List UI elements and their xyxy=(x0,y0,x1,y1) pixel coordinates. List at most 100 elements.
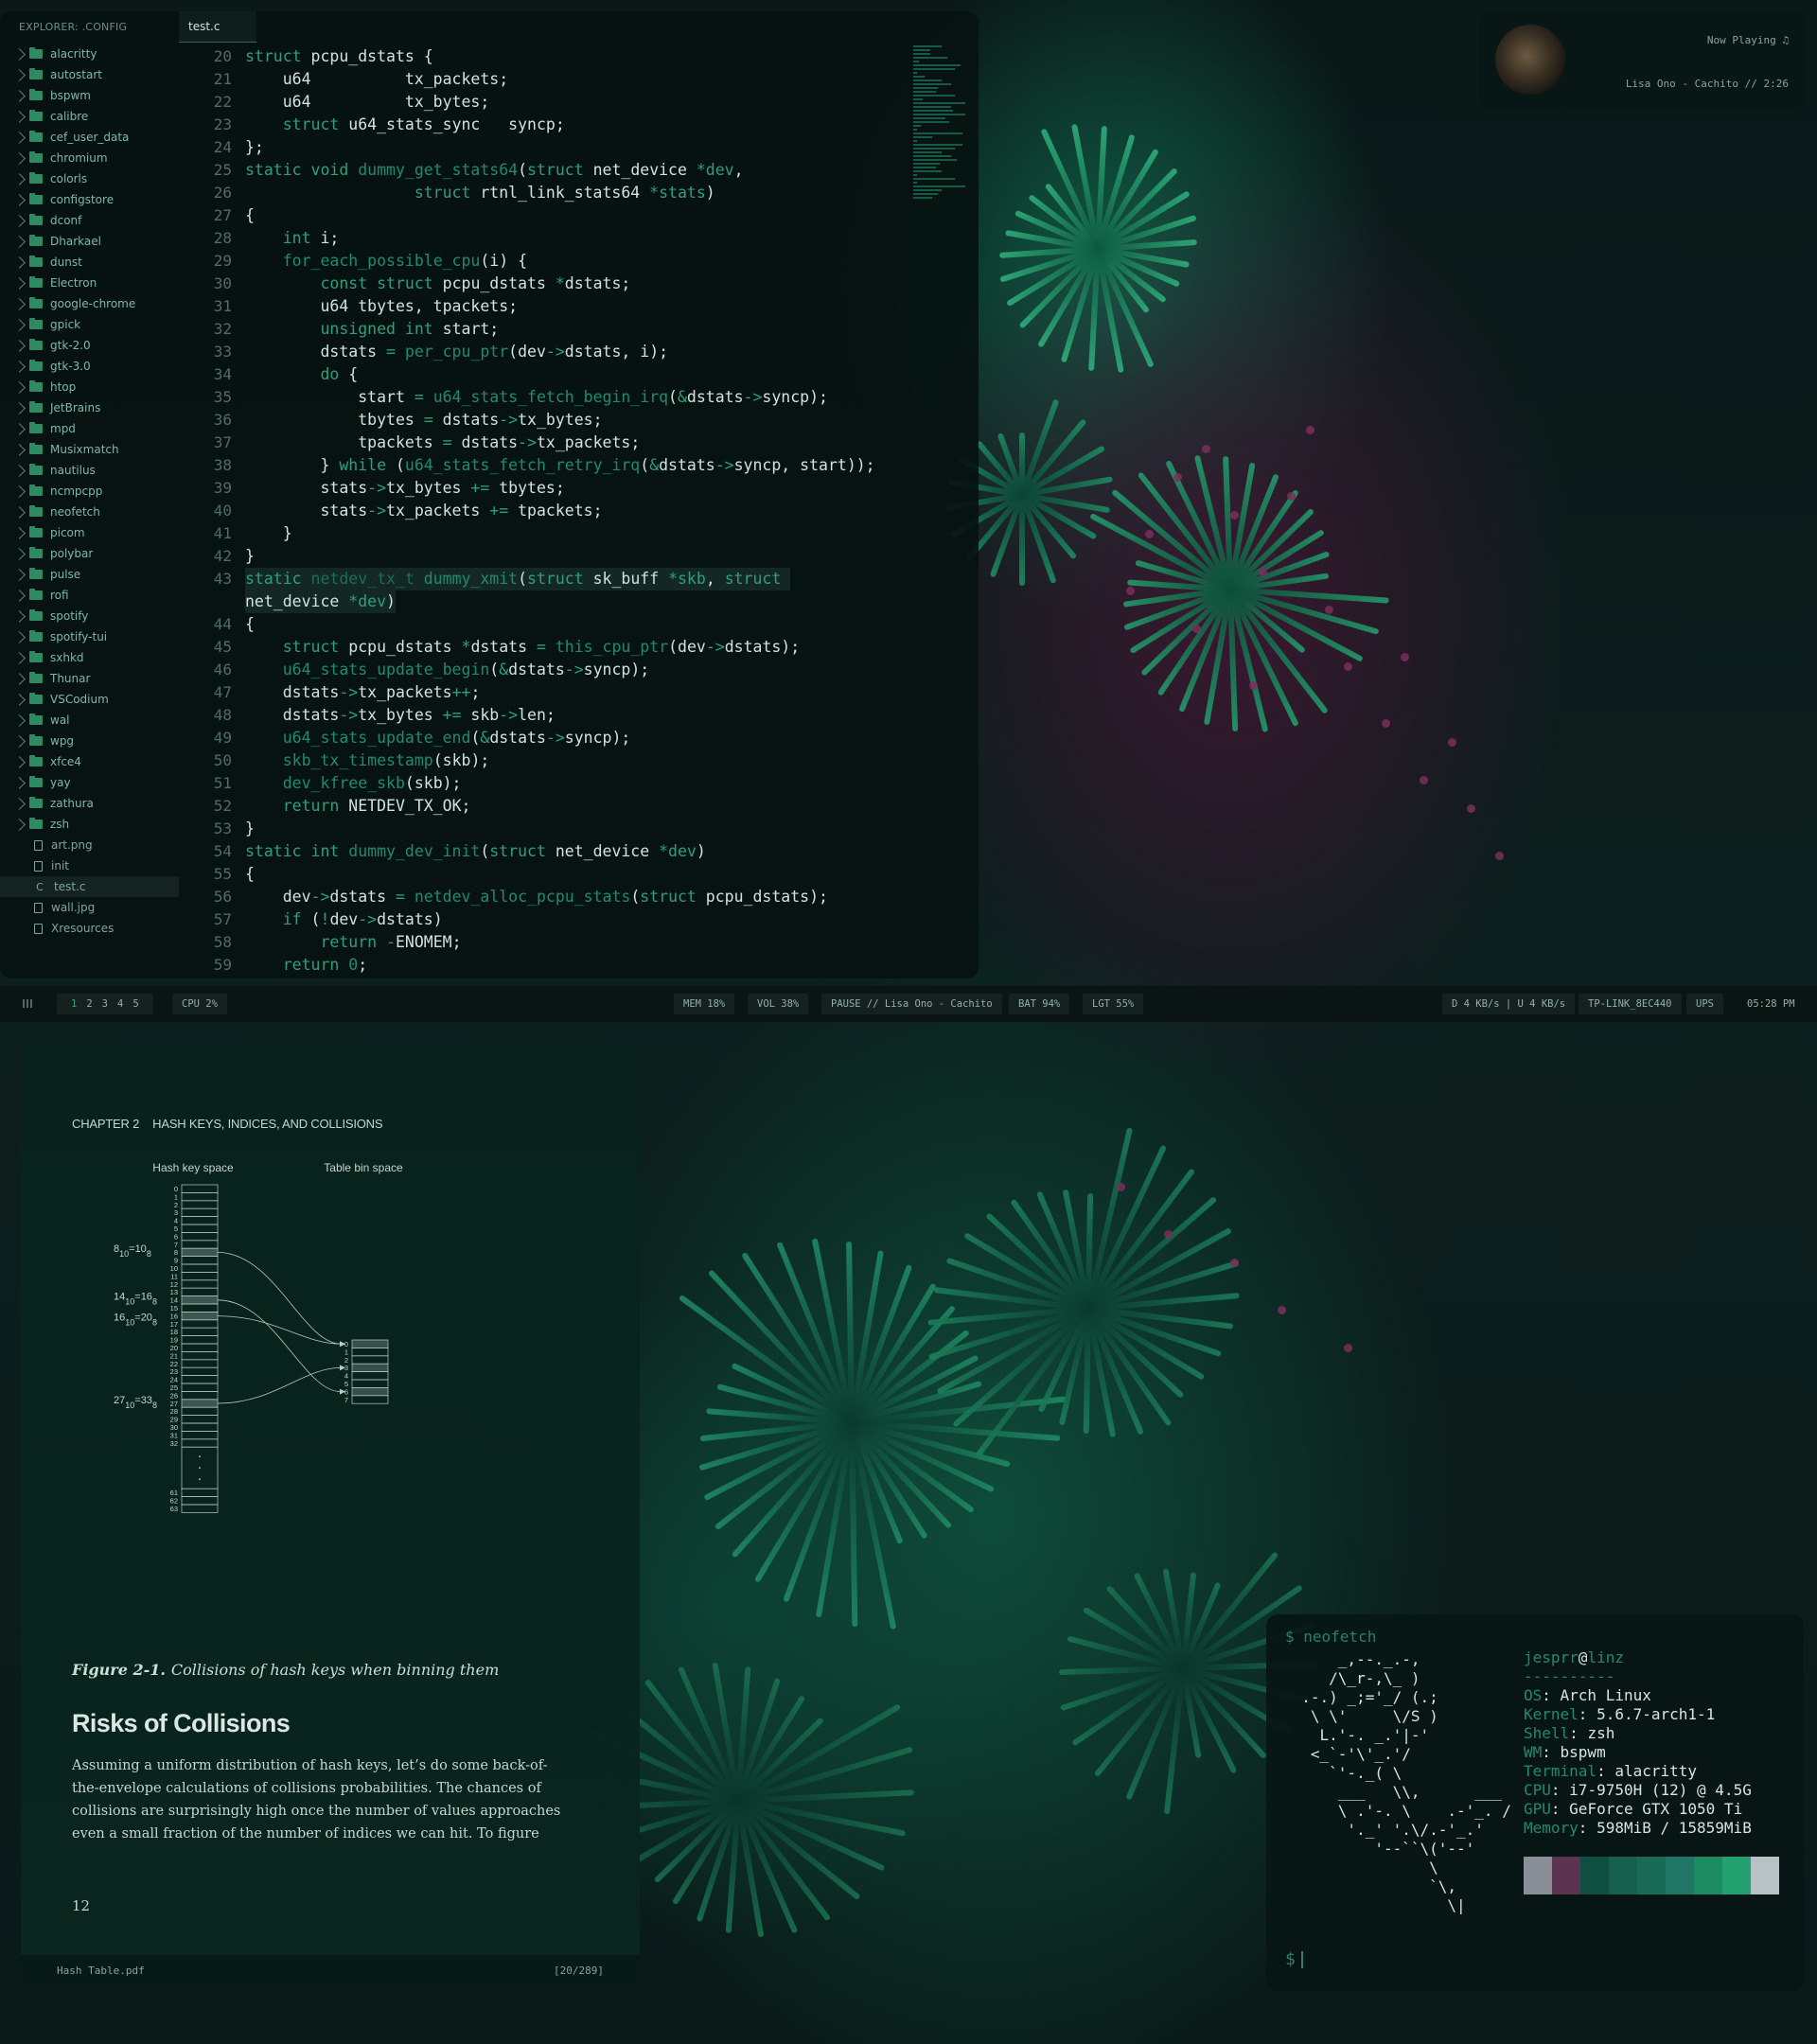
pdf-page[interactable]: CHAPTER 2 HASH KEYS, INDICES, AND COLLISI… xyxy=(21,1045,640,1955)
folder-item[interactable]: pulse xyxy=(0,564,179,585)
cursor xyxy=(1300,1951,1303,1968)
folder-label: colorls xyxy=(50,172,88,185)
folder-item[interactable]: nautilus xyxy=(0,460,179,481)
code-text: stats->tx_bytes += tbytes; xyxy=(245,479,565,497)
minimap-line xyxy=(913,98,923,100)
folder-item[interactable]: dconf xyxy=(0,210,179,231)
workspace-2[interactable]: 2 xyxy=(86,998,92,1010)
folder-item[interactable]: alacritty xyxy=(0,44,179,64)
backlight-module[interactable]: LGT 55% xyxy=(1083,994,1144,1014)
file-item[interactable]: wall.jpg xyxy=(0,897,179,918)
folder-item[interactable]: mpd xyxy=(0,418,179,439)
workspace-4[interactable]: 4 xyxy=(117,998,123,1010)
terminal-prompt[interactable]: $ xyxy=(1285,1949,1303,1969)
code-view[interactable]: 20 struct pcpu_dstats {21 u64 tx_packets;… xyxy=(179,45,917,977)
line-number: 28 xyxy=(213,229,232,247)
folder-icon xyxy=(29,151,43,163)
folder-item[interactable]: VSCodium xyxy=(0,689,179,710)
terminal-window[interactable]: $ neofetch _,--._.-, /\_r-,\_ ) .-.) _;=… xyxy=(1266,1614,1804,1991)
folder-item[interactable]: cef_user_data xyxy=(0,127,179,148)
folder-icon xyxy=(29,464,43,475)
berry xyxy=(1192,625,1201,633)
conversion-annotation: 810=108 xyxy=(114,1243,151,1259)
folder-item[interactable]: Musixmatch xyxy=(0,439,179,460)
folder-item[interactable]: yay xyxy=(0,772,179,793)
media-module[interactable]: PAUSE // Lisa Ono - Cachito xyxy=(821,994,1002,1014)
folder-item[interactable]: Electron xyxy=(0,273,179,293)
line-number: 43 xyxy=(213,570,232,588)
folder-item[interactable]: xfce4 xyxy=(0,751,179,772)
key-label: 63 xyxy=(170,1505,178,1513)
folder-item[interactable]: zsh xyxy=(0,814,179,835)
folder-item[interactable]: configstore xyxy=(0,189,179,210)
folder-item[interactable]: rofi xyxy=(0,585,179,606)
folder-item[interactable]: picom xyxy=(0,522,179,543)
folder-item[interactable]: gpick xyxy=(0,314,179,335)
key-cell xyxy=(181,1375,219,1384)
minimap-line xyxy=(913,170,942,172)
file-item[interactable]: Xresources xyxy=(0,918,179,939)
key-cell xyxy=(181,1431,219,1440)
folder-item[interactable]: polybar xyxy=(0,543,179,564)
minimap-line xyxy=(913,83,951,85)
file-item[interactable]: art.png xyxy=(0,835,179,855)
folder-item[interactable]: gtk-2.0 xyxy=(0,335,179,356)
minimap-line xyxy=(913,144,962,146)
folder-item[interactable]: spotify-tui xyxy=(0,626,179,647)
workspace-1[interactable]: 1 xyxy=(71,998,77,1010)
workspace-3[interactable]: 3 xyxy=(102,998,108,1010)
folder-item[interactable]: ncmpcpp xyxy=(0,481,179,502)
folder-item[interactable]: JetBrains xyxy=(0,397,179,418)
folder-item[interactable]: autostart xyxy=(0,64,179,85)
line-number: 50 xyxy=(213,751,232,769)
code-text: net_device *dev) xyxy=(245,590,396,613)
folder-item[interactable]: calibre xyxy=(0,106,179,127)
tab-test-c[interactable]: test.c xyxy=(179,11,256,43)
annotation-part: 10 xyxy=(125,1401,134,1410)
menu-icon[interactable] xyxy=(23,999,32,1008)
minimap-line xyxy=(913,61,919,62)
workspace-5[interactable]: 5 xyxy=(132,998,138,1010)
cpu-module: CPU 2% xyxy=(172,994,227,1014)
wifi-module[interactable]: TP-LINK_8EC440 xyxy=(1579,994,1682,1014)
folder-item[interactable]: zathura xyxy=(0,793,179,814)
file-item[interactable]: init xyxy=(0,855,179,876)
arch-ascii-logo: _,--._.-, /\_r-,\_ ) .-.) _;='_/ (.; \ \… xyxy=(1301,1650,1511,1914)
folder-icon xyxy=(29,214,43,225)
line-number: 24 xyxy=(213,138,232,156)
palette-swatch xyxy=(1609,1857,1637,1894)
pdf-statusbar: Hash Table.pdf [20/289] xyxy=(21,1955,640,1985)
folder-item[interactable]: htop xyxy=(0,377,179,397)
file-item[interactable]: Ctest.c xyxy=(0,876,179,897)
annotation-part: 8 xyxy=(147,1249,151,1259)
key-cell xyxy=(181,1256,219,1265)
minimap[interactable] xyxy=(913,44,968,204)
bin-cell xyxy=(351,1363,389,1372)
bin-cell xyxy=(351,1395,389,1404)
folder-item[interactable]: gtk-3.0 xyxy=(0,356,179,377)
folder-icon xyxy=(29,651,43,662)
folder-label: neofetch xyxy=(50,505,100,519)
folder-item[interactable]: colorls xyxy=(0,168,179,189)
folder-item[interactable]: Thunar xyxy=(0,668,179,689)
folder-icon xyxy=(29,68,43,79)
folder-item[interactable]: bspwm xyxy=(0,85,179,106)
folder-item[interactable]: wal xyxy=(0,710,179,731)
folder-label: gtk-2.0 xyxy=(50,339,91,352)
hostname: linz xyxy=(1587,1648,1624,1666)
chevron-right-icon xyxy=(13,276,26,290)
volume-module[interactable]: VOL 38% xyxy=(748,994,809,1014)
ellipsis-dot xyxy=(199,1455,201,1458)
folder-item[interactable]: google-chrome xyxy=(0,293,179,314)
folder-item[interactable]: wpg xyxy=(0,731,179,751)
folder-item[interactable]: Dharkael xyxy=(0,231,179,252)
berry xyxy=(1126,587,1135,595)
folder-icon xyxy=(29,131,43,142)
folder-item[interactable]: dunst xyxy=(0,252,179,273)
folder-item[interactable]: spotify xyxy=(0,606,179,626)
folder-item[interactable]: chromium xyxy=(0,148,179,168)
chevron-right-icon xyxy=(13,797,26,810)
folder-item[interactable]: neofetch xyxy=(0,502,179,522)
folder-item[interactable]: sxhkd xyxy=(0,647,179,668)
minimap-line xyxy=(913,76,925,78)
